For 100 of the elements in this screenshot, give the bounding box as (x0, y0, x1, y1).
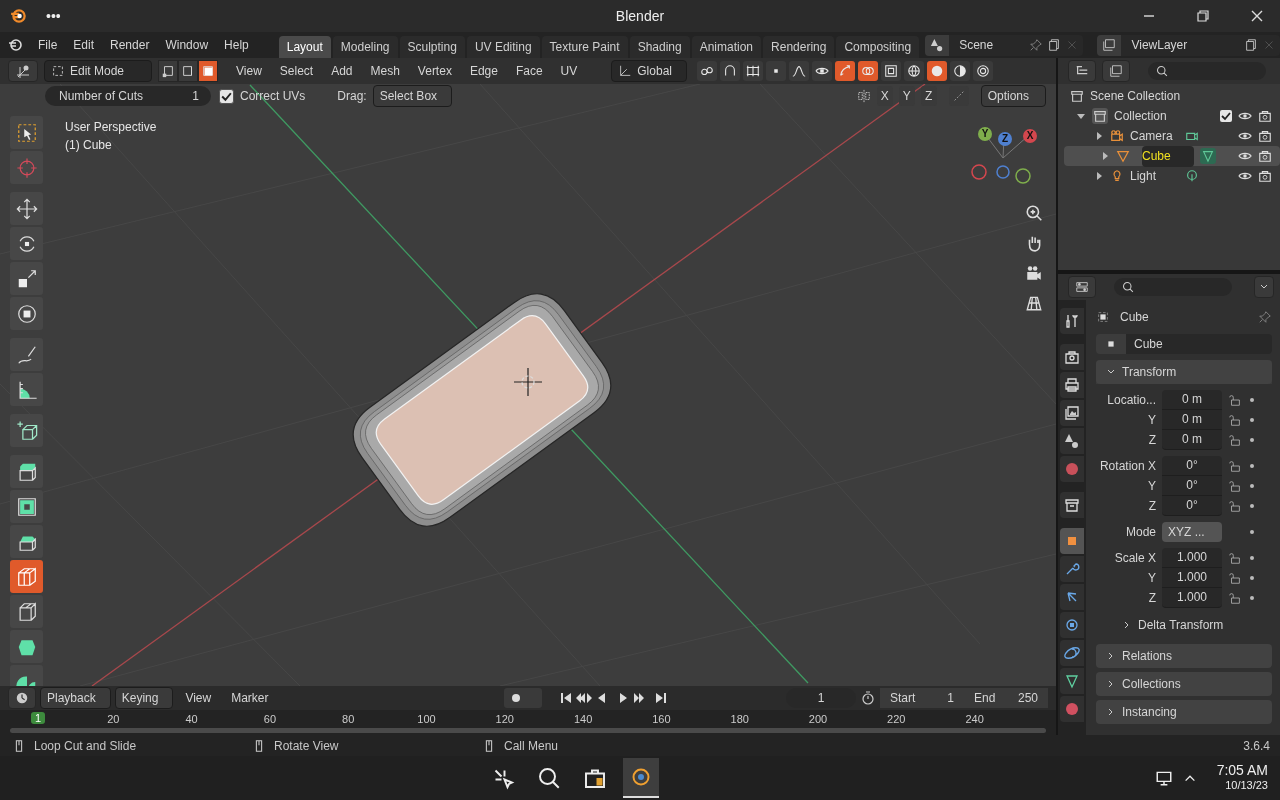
keyframe-dot-icon[interactable] (1248, 396, 1256, 404)
lock-icon[interactable] (1228, 433, 1242, 447)
search-field[interactable] (1148, 62, 1266, 80)
disclosure-triangle-icon[interactable] (1094, 171, 1104, 181)
copy-icon[interactable] (1244, 38, 1258, 52)
keyframe-dot-icon[interactable] (1248, 528, 1256, 536)
workspace-tab[interactable]: Layout (278, 36, 331, 58)
end-frame-field[interactable]: End 250 (964, 688, 1048, 708)
camera-data-icon[interactable] (1185, 129, 1199, 143)
outliner-item[interactable]: Scene Collection (1090, 89, 1181, 103)
more-menu-button[interactable]: ••• (46, 8, 61, 24)
start-frame-field[interactable]: Start 1 (880, 688, 964, 708)
outliner-row[interactable]: Camera (1058, 126, 1280, 146)
workspace-tab[interactable]: Texture Paint (541, 36, 628, 58)
checkbox[interactable] (219, 88, 234, 104)
scene-type-button[interactable] (925, 34, 950, 56)
rotation-mode-dropdown[interactable]: XYZ ... (1162, 522, 1222, 542)
monitor-icon[interactable] (1154, 769, 1173, 787)
lock-icon[interactable] (1228, 413, 1242, 427)
lock-icon[interactable] (1228, 393, 1242, 407)
menu-item[interactable]: Add (323, 64, 361, 78)
keyframe-dot-icon[interactable] (1248, 482, 1256, 490)
app-logo-icon[interactable] (8, 37, 24, 53)
menu-item[interactable]: Edge (461, 64, 506, 78)
record-button[interactable] (504, 688, 543, 708)
properties-tab[interactable] (1060, 584, 1084, 610)
camera-icon[interactable] (1258, 129, 1272, 143)
lock-icon[interactable] (1228, 591, 1242, 605)
tool-button[interactable] (10, 338, 43, 371)
workspace-tab[interactable]: Sculpting (399, 36, 465, 58)
workspace-tab[interactable]: Animation (691, 36, 762, 58)
header-toggle-button[interactable] (881, 61, 902, 81)
menu-item[interactable]: Mesh (362, 64, 408, 78)
lock-icon[interactable] (1228, 459, 1242, 473)
properties-tab[interactable] (1060, 668, 1084, 694)
keyframe-dot-icon[interactable] (1248, 462, 1256, 470)
number-field[interactable]: 0 m (1162, 410, 1222, 430)
disclosure-triangle-icon[interactable] (1076, 111, 1086, 121)
camera-icon[interactable] (1258, 109, 1272, 123)
header-toggle-button[interactable] (720, 61, 741, 81)
panel-header[interactable]: Relations (1096, 644, 1272, 668)
mode-dropdown[interactable]: Edit Mode (44, 60, 152, 82)
subpanel-header[interactable]: Delta Transform (1096, 614, 1272, 636)
taskbar-button[interactable] (623, 758, 660, 798)
keyframe-dot-icon[interactable] (1248, 416, 1256, 424)
tool-button[interactable] (10, 490, 43, 523)
properties-tab[interactable] (1060, 640, 1084, 666)
tool-button[interactable] (10, 414, 43, 447)
outliner-item[interactable]: Collection (1114, 109, 1167, 123)
editor-type-button[interactable] (8, 60, 38, 82)
axis-label[interactable]: Z (998, 132, 1012, 146)
camera-icon[interactable] (1258, 149, 1272, 163)
workspace-tab[interactable]: Rendering (763, 36, 835, 58)
workspace-tab[interactable]: UV Editing (466, 36, 540, 58)
playhead-marker[interactable]: 1 (31, 712, 46, 724)
menu-item[interactable]: Marker (223, 691, 277, 705)
menu-item[interactable]: Face (507, 64, 551, 78)
tool-button[interactable] (10, 297, 43, 330)
stopwatch-icon[interactable] (860, 690, 876, 706)
timeline-dropdown[interactable]: Playback (40, 687, 111, 709)
menu-item[interactable]: Window (157, 38, 217, 52)
tool-button[interactable] (10, 192, 43, 225)
outliner-row[interactable]: Cube (1064, 146, 1280, 166)
number-of-cuts-field[interactable]: Number of Cuts 1 (45, 86, 211, 106)
options-dropdown[interactable]: Options (980, 85, 1046, 107)
light-data-icon[interactable] (1185, 169, 1199, 183)
tool-button[interactable] (10, 373, 43, 406)
close-icon[interactable] (1250, 9, 1264, 23)
properties-tab[interactable] (1060, 400, 1084, 426)
properties-tab[interactable] (1060, 612, 1084, 638)
menu-item[interactable]: UV (552, 64, 586, 78)
mirror-axis-button[interactable]: Y (898, 86, 915, 106)
properties-tab[interactable] (1060, 308, 1084, 334)
tool-button[interactable] (10, 630, 43, 663)
workspace-tab[interactable]: Shading (629, 36, 690, 58)
tool-button[interactable] (10, 227, 43, 260)
workspace-tab[interactable]: Compositing (836, 36, 920, 58)
menu-item[interactable]: Select (271, 64, 322, 78)
select-mode-button[interactable] (158, 60, 178, 82)
search-field[interactable] (1114, 278, 1232, 296)
tool-button[interactable] (10, 525, 43, 558)
keyframe-dot-icon[interactable] (1248, 502, 1256, 510)
tool-button[interactable] (10, 595, 43, 628)
menu-item[interactable]: View (177, 691, 220, 705)
number-field[interactable]: 0 m (1162, 430, 1222, 450)
header-toggle-button[interactable] (743, 61, 764, 81)
editor-type-button[interactable] (1068, 60, 1096, 82)
properties-tab[interactable] (1060, 492, 1084, 518)
header-toggle-button[interactable] (835, 61, 856, 81)
lock-icon[interactable] (1228, 479, 1242, 493)
select-mode-button[interactable] (178, 60, 198, 82)
number-field[interactable]: 0° (1162, 456, 1222, 476)
scrollbar[interactable] (10, 728, 1046, 733)
menu-item[interactable]: Render (102, 38, 158, 52)
workspace-tab[interactable]: Modeling (332, 36, 398, 58)
mirror-axis-button[interactable]: X (876, 86, 893, 106)
header-toggle-button[interactable] (812, 61, 833, 81)
object-name-field[interactable]: Cube (1126, 334, 1272, 354)
menu-item[interactable]: Edit (65, 38, 103, 52)
mirror-axis-button[interactable]: Z (920, 86, 937, 106)
